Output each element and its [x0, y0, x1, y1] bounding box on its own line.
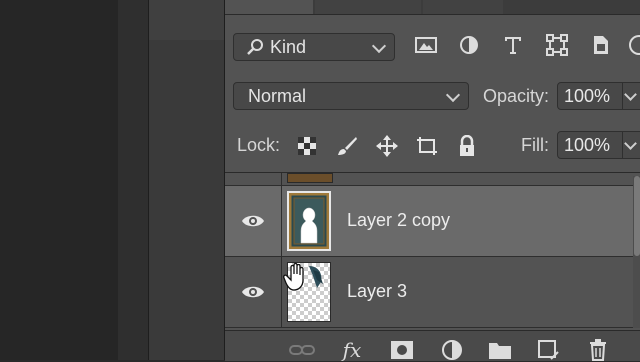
layer-thumbnail	[287, 173, 333, 183]
fill-slider-toggle[interactable]	[623, 131, 640, 159]
lock-label: Lock:	[237, 135, 281, 155]
layers-scrollbar-thumb[interactable]	[634, 176, 640, 256]
opacity-input[interactable]: 100%	[557, 82, 623, 110]
image-filter-icon[interactable]	[414, 33, 438, 57]
lock-position-icon[interactable]	[375, 134, 399, 158]
adjustment-layer-icon[interactable]	[439, 339, 465, 361]
blend-mode-dropdown[interactable]: Normal	[233, 82, 469, 110]
collapsed-panel-header	[149, 0, 225, 40]
opacity-slider-toggle[interactable]	[623, 82, 640, 110]
type-filter-icon[interactable]	[501, 33, 525, 57]
visibility-toggle[interactable]	[225, 257, 282, 327]
layers-list: Layer 2 copy Layer 3	[225, 172, 640, 331]
eye-icon	[242, 286, 264, 298]
shape-filter-icon[interactable]	[545, 33, 569, 57]
layer-row[interactable]: Layer 2 copy	[225, 186, 640, 257]
panel-tab-bar	[225, 0, 640, 15]
add-mask-icon[interactable]	[389, 339, 415, 361]
layer-style-fx-icon[interactable]: fx	[339, 338, 365, 362]
visibility-cell	[225, 173, 282, 185]
chevron-down-icon	[624, 88, 637, 101]
tab-layers[interactable]	[225, 0, 313, 14]
visibility-toggle[interactable]	[225, 186, 282, 256]
layers-footer: fx	[225, 330, 640, 362]
new-layer-icon[interactable]	[535, 339, 561, 361]
link-layers-icon[interactable]	[289, 339, 315, 361]
blend-mode-value: Normal	[248, 85, 307, 106]
search-icon	[247, 39, 263, 55]
layer-row-partial[interactable]	[225, 173, 640, 186]
fill-input[interactable]: 100%	[557, 131, 623, 159]
chevron-down-icon	[445, 87, 461, 103]
smart-object-filter-icon[interactable]	[589, 33, 613, 57]
layer-name[interactable]: Layer 2 copy	[347, 210, 450, 231]
hand-cursor-icon	[283, 262, 304, 291]
collapsed-panel-column	[148, 0, 225, 360]
eye-icon	[242, 215, 264, 227]
tab-channels[interactable]	[315, 0, 421, 14]
canvas-edge	[118, 0, 148, 360]
adjustment-filter-icon[interactable]	[457, 33, 481, 57]
chevron-down-icon	[624, 137, 637, 150]
tab-paths[interactable]	[423, 0, 503, 14]
layer-name[interactable]: Layer 3	[347, 281, 407, 302]
lock-artboard-icon[interactable]	[415, 134, 439, 158]
filter-kind-dropdown[interactable]: Kind	[233, 33, 395, 61]
filter-toggle-icon[interactable]	[625, 33, 640, 57]
card-frame-thumbnail	[289, 193, 329, 249]
lock-transparent-pixels-icon[interactable]	[295, 134, 319, 158]
layer-thumbnail[interactable]	[287, 191, 331, 251]
layers-panel: Kind Normal Opacity: 100% Lock: Fill: 10…	[224, 0, 640, 362]
canvas-area[interactable]	[0, 0, 148, 360]
filter-kind-label: Kind	[270, 36, 307, 57]
chevron-down-icon	[371, 38, 387, 54]
opacity-label: Opacity:	[483, 86, 550, 106]
lock-all-icon[interactable]	[455, 134, 479, 158]
new-group-icon[interactable]	[487, 339, 513, 361]
lock-image-pixels-icon[interactable]	[335, 134, 359, 158]
fill-label: Fill:	[521, 135, 549, 155]
delete-layer-icon[interactable]	[585, 339, 611, 361]
